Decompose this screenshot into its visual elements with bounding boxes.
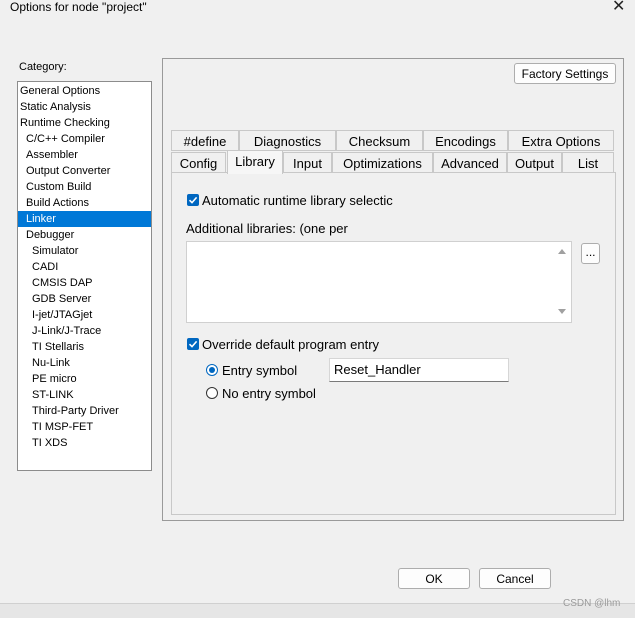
cancel-button[interactable]: Cancel [479, 568, 551, 589]
category-item-linker[interactable]: Linker [18, 211, 151, 227]
category-item-third-party-driver[interactable]: Third-Party Driver [18, 403, 151, 419]
category-item-ti-stellaris[interactable]: TI Stellaris [18, 339, 151, 355]
scroll-down-icon [558, 309, 566, 314]
no-entry-symbol-label: No entry symbol [222, 386, 316, 401]
check-icon [188, 340, 198, 348]
tab-library[interactable]: Library [227, 150, 283, 174]
category-item-custom-build[interactable]: Custom Build [18, 179, 151, 195]
libraries-scrollbar[interactable] [554, 242, 570, 320]
category-label: Category: [19, 61, 67, 73]
no-entry-symbol-radio[interactable] [206, 387, 218, 399]
tab-list[interactable]: List [562, 152, 614, 173]
override-entry-checkbox[interactable] [187, 338, 199, 350]
tab-checksum[interactable]: Checksum [336, 130, 423, 151]
category-item-ti-msp-fet[interactable]: TI MSP-FET [18, 419, 151, 435]
additional-libraries-label: Additional libraries: (one per [186, 221, 348, 236]
category-item-ti-xds[interactable]: TI XDS [18, 435, 151, 451]
tab-optimizations[interactable]: Optimizations [332, 152, 433, 173]
tab-config[interactable]: Config [171, 152, 226, 173]
category-item-pe-micro[interactable]: PE micro [18, 371, 151, 387]
auto-runtime-label: Automatic runtime library selectic [202, 193, 393, 208]
entry-symbol-input[interactable]: Reset_Handler [329, 358, 509, 382]
tab-diagnostics[interactable]: Diagnostics [239, 130, 336, 151]
tab-output[interactable]: Output [507, 152, 562, 173]
category-item-runtime-checking[interactable]: Runtime Checking [18, 115, 151, 131]
browse-libraries-button[interactable]: ... [581, 243, 600, 264]
category-item-st-link[interactable]: ST-LINK [18, 387, 151, 403]
tab-extra-options[interactable]: Extra Options [508, 130, 614, 151]
category-item-general-options[interactable]: General Options [18, 83, 151, 99]
category-item-gdb-server[interactable]: GDB Server [18, 291, 151, 307]
category-item-build-actions[interactable]: Build Actions [18, 195, 151, 211]
additional-libraries-textarea[interactable] [186, 241, 572, 323]
tab-input[interactable]: Input [283, 152, 332, 173]
factory-settings-button[interactable]: Factory Settings [514, 63, 616, 84]
window-bottom-edge [0, 603, 635, 618]
category-item-simulator[interactable]: Simulator [18, 243, 151, 259]
scroll-up-icon [558, 249, 566, 254]
category-item-debugger[interactable]: Debugger [18, 227, 151, 243]
category-item-cmsis-dap[interactable]: CMSIS DAP [18, 275, 151, 291]
ok-button[interactable]: OK [398, 568, 470, 589]
entry-symbol-radio[interactable] [206, 364, 218, 376]
category-list[interactable]: General Options Static Analysis Runtime Ch… [17, 81, 152, 471]
window-title: Options for node "project" [10, 0, 147, 14]
category-item-c-c-compiler[interactable]: C/C++ Compiler [18, 131, 151, 147]
check-icon [188, 196, 198, 204]
entry-symbol-label: Entry symbol [222, 363, 298, 378]
tab-advanced[interactable]: Advanced [433, 152, 507, 173]
auto-runtime-checkbox[interactable] [187, 194, 199, 206]
category-item-nu-link[interactable]: Nu-Link [18, 355, 151, 371]
category-item-i-jet-jtagjet[interactable]: I-jet/JTAGjet [18, 307, 151, 323]
category-item-cadi[interactable]: CADI [18, 259, 151, 275]
watermark: CSDN @lhm [563, 598, 621, 609]
tab-define[interactable]: #define [171, 130, 239, 151]
category-item-output-converter[interactable]: Output Converter [18, 163, 151, 179]
tab-encodings[interactable]: Encodings [423, 130, 508, 151]
category-item-assembler[interactable]: Assembler [18, 147, 151, 163]
category-item-static-analysis[interactable]: Static Analysis [18, 99, 151, 115]
category-item-j-link-j-trace[interactable]: J-Link/J-Trace [18, 323, 151, 339]
override-entry-label: Override default program entry [202, 337, 380, 352]
close-icon[interactable]: ✕ [612, 0, 625, 16]
